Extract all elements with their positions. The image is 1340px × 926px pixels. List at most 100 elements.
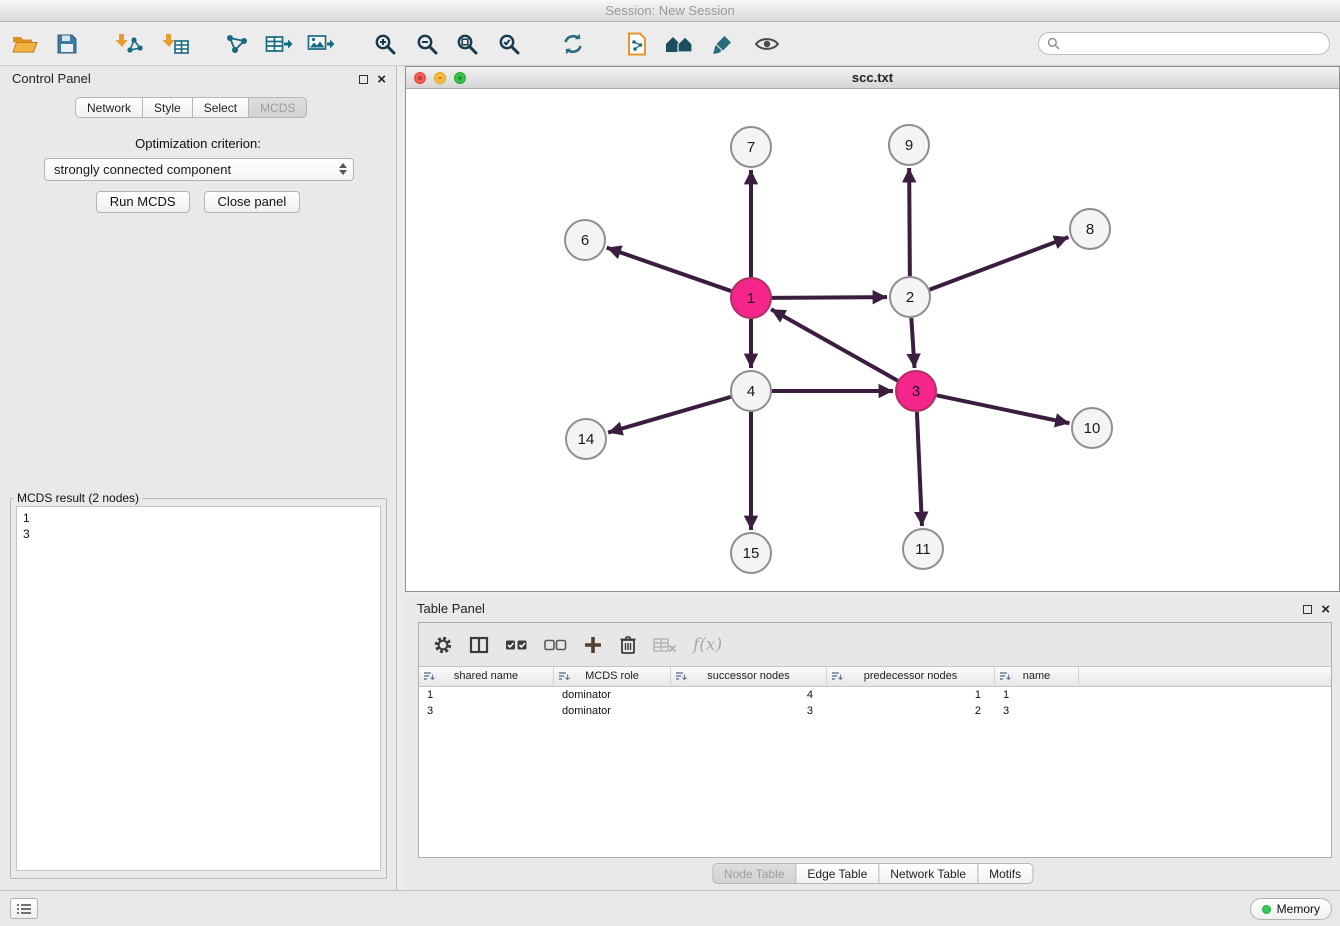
- tab-mcds[interactable]: MCDS: [249, 97, 307, 118]
- column-header-filler: [1079, 667, 1331, 687]
- import-table-button[interactable]: [158, 27, 192, 61]
- search-input[interactable]: [1065, 37, 1321, 51]
- table-columns-button[interactable]: [469, 635, 489, 655]
- tab-network-table[interactable]: Network Table: [879, 863, 978, 884]
- tab-node-table[interactable]: Node Table: [712, 863, 797, 884]
- graph-node-9[interactable]: 9: [889, 125, 929, 165]
- eye-icon: [754, 36, 780, 52]
- graph-edge-2-9[interactable]: [909, 168, 910, 276]
- float-table-panel-icon[interactable]: [1303, 605, 1312, 614]
- table-row[interactable]: 1dominator411: [419, 687, 1331, 703]
- graph-node-11[interactable]: 11: [903, 529, 943, 569]
- column-header-successor-nodes[interactable]: successor nodes: [671, 667, 827, 687]
- graph-edge-3-1[interactable]: [771, 309, 898, 380]
- float-panel-icon[interactable]: [359, 75, 368, 84]
- optimization-criterion-label: Optimization criterion:: [0, 136, 396, 151]
- graph-edge-1-2[interactable]: [772, 297, 887, 298]
- image-export-icon: [307, 33, 335, 55]
- delete-column-button[interactable]: [619, 635, 637, 655]
- column-header-predecessor-nodes[interactable]: predecessor nodes: [827, 667, 995, 687]
- memory-status-icon: [1262, 905, 1271, 914]
- app-title: Session: New Session: [605, 3, 734, 18]
- export-image-button[interactable]: [304, 27, 338, 61]
- main-toolbar: [0, 22, 1340, 66]
- graph-edge-1-6[interactable]: [607, 248, 731, 291]
- column-header-shared-name[interactable]: shared name: [419, 667, 554, 687]
- style-button[interactable]: [706, 27, 740, 61]
- graph-node-3[interactable]: 3: [896, 371, 936, 411]
- import-network-button[interactable]: [112, 27, 146, 61]
- node-table-body[interactable]: 1dominator4113dominator323: [419, 687, 1331, 857]
- graph-node-8[interactable]: 8: [1070, 209, 1110, 249]
- first-neighbors-button[interactable]: [662, 27, 696, 61]
- graph-edge-3-11[interactable]: [917, 412, 922, 526]
- list-icon: [16, 903, 32, 915]
- criterion-dropdown-value: strongly connected component: [54, 162, 231, 177]
- search-field[interactable]: [1038, 32, 1330, 55]
- svg-text:9: 9: [905, 137, 913, 154]
- graph-node-10[interactable]: 10: [1072, 408, 1112, 448]
- memory-label: Memory: [1277, 902, 1320, 916]
- graph-edge-3-10[interactable]: [937, 395, 1070, 423]
- table-clear-icon: [653, 636, 677, 654]
- graph-node-6[interactable]: 6: [565, 220, 605, 260]
- column-header-name[interactable]: name: [995, 667, 1079, 687]
- export-table-button[interactable]: [262, 27, 296, 61]
- tab-edge-table[interactable]: Edge Table: [796, 863, 879, 884]
- graph-edge-2-3[interactable]: [911, 318, 914, 368]
- close-panel-button[interactable]: Close panel: [204, 191, 301, 213]
- graph-node-14[interactable]: 14: [566, 419, 606, 459]
- graph-edge-2-8[interactable]: [930, 237, 1069, 289]
- graph-node-4[interactable]: 4: [731, 371, 771, 411]
- apply-layout-button[interactable]: [556, 27, 590, 61]
- clone-network-button[interactable]: [620, 27, 654, 61]
- trash-icon: [619, 635, 637, 655]
- mcds-result-title: MCDS result (2 nodes): [14, 491, 142, 505]
- window-minimize-button[interactable]: −: [434, 72, 446, 84]
- criterion-dropdown[interactable]: strongly connected component: [44, 158, 354, 181]
- columns-icon: [469, 635, 489, 655]
- tab-network[interactable]: Network: [75, 97, 143, 118]
- mcds-result-line: 1: [23, 510, 374, 526]
- close-panel-icon[interactable]: ×: [377, 72, 386, 87]
- network-window-titlebar[interactable]: × − + scc.txt: [406, 67, 1339, 89]
- clear-table-button[interactable]: [653, 636, 677, 654]
- zoom-selected-button[interactable]: [492, 27, 526, 61]
- tab-select[interactable]: Select: [193, 97, 249, 118]
- unselect-all-button[interactable]: [544, 636, 567, 654]
- column-header-MCDS-role[interactable]: MCDS role: [554, 667, 671, 687]
- graph-node-15[interactable]: 15: [731, 533, 771, 573]
- open-session-button[interactable]: [8, 27, 42, 61]
- network-canvas-svg[interactable]: 7 9 6 8 1 2 4 3 14 10 15 11: [406, 89, 1339, 591]
- add-column-button[interactable]: [583, 635, 603, 655]
- plus-icon: [583, 635, 603, 655]
- run-mcds-button[interactable]: Run MCDS: [96, 191, 190, 213]
- graph-node-2[interactable]: 2: [890, 277, 930, 317]
- window-close-button[interactable]: ×: [414, 72, 426, 84]
- graph-node-1[interactable]: 1: [731, 278, 771, 318]
- zoom-out-button[interactable]: [410, 27, 444, 61]
- tab-motifs[interactable]: Motifs: [978, 863, 1033, 884]
- export-network-button[interactable]: [220, 27, 254, 61]
- tab-style[interactable]: Style: [143, 97, 193, 118]
- graph-node-7[interactable]: 7: [731, 127, 771, 167]
- window-zoom-button[interactable]: +: [454, 72, 466, 84]
- open-folder-icon: [12, 34, 38, 54]
- save-session-button[interactable]: [50, 27, 84, 61]
- node-table: f(x) shared nameMCDS rolesuccessor nodes…: [418, 622, 1332, 858]
- zoom-fit-button[interactable]: [450, 27, 484, 61]
- table-row[interactable]: 3dominator323: [419, 703, 1331, 719]
- mcds-result-box: 13: [16, 506, 381, 871]
- function-builder-button[interactable]: f(x): [693, 635, 722, 655]
- select-all-button[interactable]: [505, 636, 528, 654]
- zoom-in-button[interactable]: [368, 27, 402, 61]
- close-table-panel-icon[interactable]: ×: [1321, 602, 1330, 617]
- table-settings-button[interactable]: [433, 635, 453, 655]
- memory-button[interactable]: Memory: [1250, 898, 1332, 920]
- show-hide-button[interactable]: [750, 27, 784, 61]
- graph-edge-4-14[interactable]: [608, 397, 731, 433]
- import-table-icon: [162, 33, 189, 55]
- network-canvas[interactable]: 7 9 6 8 1 2 4 3 14 10 15 11: [406, 89, 1339, 591]
- control-panel-tabs: NetworkStyleSelectMCDS: [75, 97, 307, 118]
- task-history-button[interactable]: [10, 898, 38, 919]
